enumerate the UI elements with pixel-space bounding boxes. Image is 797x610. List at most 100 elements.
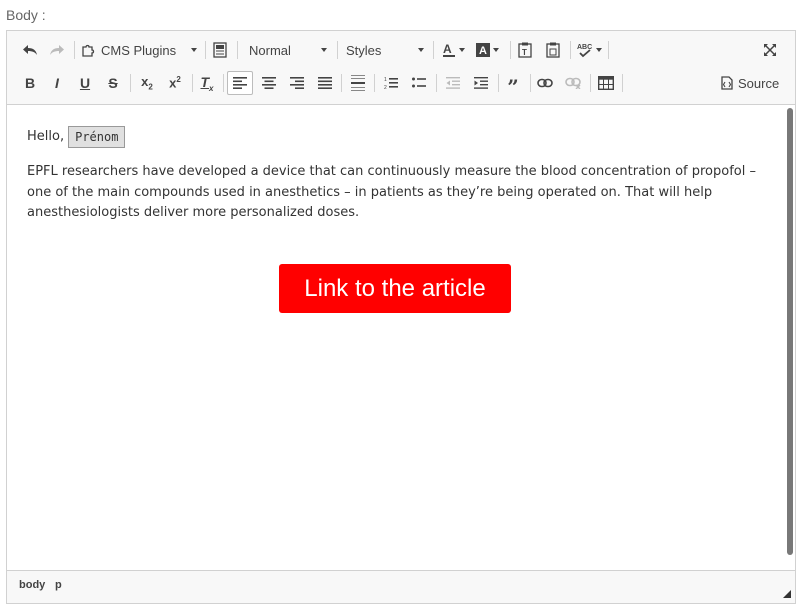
paste-word-button[interactable] xyxy=(542,38,564,62)
bg-color-icon: A xyxy=(475,43,490,57)
chevron-down-icon xyxy=(595,48,602,52)
toolbar-separator xyxy=(590,74,591,92)
source-button[interactable]: Source xyxy=(721,71,781,95)
greeting-line: Hello, Prénom xyxy=(27,126,765,148)
spellcheck-icon: ABC xyxy=(577,42,593,58)
table-button[interactable] xyxy=(595,71,617,95)
greeting-text: Hello, xyxy=(27,128,65,144)
toolbar-separator xyxy=(223,74,224,92)
paste-word-icon xyxy=(546,42,560,58)
italic-icon: I xyxy=(55,75,59,91)
chevron-down-icon xyxy=(321,48,327,52)
remove-format-button[interactable]: Tx xyxy=(196,71,218,95)
toolbar-separator xyxy=(205,41,206,59)
resize-handle-icon[interactable] xyxy=(783,590,791,598)
align-right-button[interactable] xyxy=(286,71,308,95)
toolbar-separator xyxy=(510,41,511,59)
vertical-scrollbar[interactable] xyxy=(787,108,793,555)
align-center-button[interactable] xyxy=(258,71,280,95)
article-link-button[interactable]: Link to the article xyxy=(279,264,511,313)
outdent-icon xyxy=(446,77,460,89)
cms-plugins-dropdown[interactable]: CMS Plugins xyxy=(81,38,197,62)
toolbar-separator xyxy=(374,74,375,92)
undo-icon xyxy=(22,43,38,57)
puzzle-icon xyxy=(81,43,95,57)
editor-content[interactable]: Hello, Prénom EPFL researchers have deve… xyxy=(7,106,785,571)
format-label: Normal xyxy=(249,42,291,58)
path-crumb-body[interactable]: body xyxy=(19,579,45,591)
path-crumb-p[interactable]: p xyxy=(55,579,62,591)
spellcheck-button[interactable]: ABC xyxy=(574,38,604,62)
align-left-icon xyxy=(233,77,247,89)
toolbar-separator xyxy=(570,41,571,59)
remove-format-icon: Tx xyxy=(200,73,214,93)
toolbar-separator xyxy=(130,74,131,92)
toolbar-separator xyxy=(436,74,437,92)
rich-text-editor: CMS Plugins Normal Styles A A T ABC B I … xyxy=(6,30,796,604)
link-button[interactable] xyxy=(534,71,556,95)
blockquote-icon: ” xyxy=(507,75,519,99)
styles-label: Styles xyxy=(346,42,382,58)
text-color-icon: A xyxy=(442,42,456,58)
blockquote-button[interactable]: ” xyxy=(502,71,524,99)
link-icon xyxy=(537,78,553,88)
text-color-button[interactable]: A xyxy=(439,38,467,62)
editor-toolbar: CMS Plugins Normal Styles A A T ABC B I … xyxy=(7,31,795,105)
templates-button[interactable] xyxy=(209,38,231,62)
strike-button[interactable]: S xyxy=(102,71,124,95)
bold-icon: B xyxy=(24,75,36,91)
svg-text:T: T xyxy=(522,48,527,57)
toolbar-separator xyxy=(622,74,623,92)
svg-text:A: A xyxy=(479,45,487,57)
align-right-icon xyxy=(290,77,304,89)
styles-dropdown[interactable]: Styles xyxy=(346,38,424,62)
bullet-list-button[interactable] xyxy=(408,71,430,95)
toolbar-separator xyxy=(341,74,342,92)
placeholder-token[interactable]: Prénom xyxy=(68,126,126,148)
svg-text:2: 2 xyxy=(384,85,387,90)
toolbar-separator xyxy=(74,41,75,59)
undo-button[interactable] xyxy=(19,38,41,62)
toolbar-separator xyxy=(433,41,434,59)
format-dropdown[interactable]: Normal xyxy=(249,38,327,62)
justify-icon xyxy=(318,77,332,89)
underline-button[interactable]: U xyxy=(74,71,96,95)
chevron-down-icon xyxy=(458,48,465,52)
toolbar-separator xyxy=(237,41,238,59)
source-icon xyxy=(721,76,733,90)
align-center-icon xyxy=(262,77,276,89)
justify-button[interactable] xyxy=(314,71,336,95)
paste-text-button[interactable]: T xyxy=(514,38,536,62)
align-left-button[interactable] xyxy=(227,71,253,95)
toolbar-separator xyxy=(608,41,609,59)
maximize-button[interactable] xyxy=(759,38,781,62)
unlink-button[interactable] xyxy=(562,71,584,95)
chevron-down-icon xyxy=(191,48,197,52)
horizontal-rule-button[interactable] xyxy=(347,71,369,95)
redo-button[interactable] xyxy=(46,38,68,62)
superscript-button[interactable]: x2 xyxy=(164,71,186,95)
bg-color-button[interactable]: A xyxy=(473,38,501,62)
toolbar-row-2: B I U S x2 x2 Tx 1 2 ” Source xyxy=(7,69,795,97)
numbered-list-button[interactable]: 12 xyxy=(380,71,402,95)
underline-icon: U xyxy=(79,75,91,91)
chevron-down-icon xyxy=(418,48,424,52)
italic-button[interactable]: I xyxy=(46,71,68,95)
numbered-list-icon: 12 xyxy=(384,76,398,90)
indent-button[interactable] xyxy=(470,71,492,95)
superscript-icon: x2 xyxy=(169,75,181,91)
subscript-button[interactable]: x2 xyxy=(136,71,158,95)
toolbar-row-1: CMS Plugins Normal Styles A A T ABC xyxy=(7,36,795,64)
bold-button[interactable]: B xyxy=(19,71,41,95)
toolbar-separator xyxy=(498,74,499,92)
redo-icon xyxy=(49,43,65,57)
template-icon xyxy=(213,42,227,58)
source-label: Source xyxy=(738,75,780,91)
toolbar-separator xyxy=(192,74,193,92)
indent-icon xyxy=(474,77,488,89)
outdent-button[interactable] xyxy=(442,71,464,95)
toolbar-separator xyxy=(530,74,531,92)
svg-text:A: A xyxy=(443,42,452,56)
subscript-icon: x2 xyxy=(141,74,153,92)
bullet-list-icon xyxy=(412,77,426,89)
